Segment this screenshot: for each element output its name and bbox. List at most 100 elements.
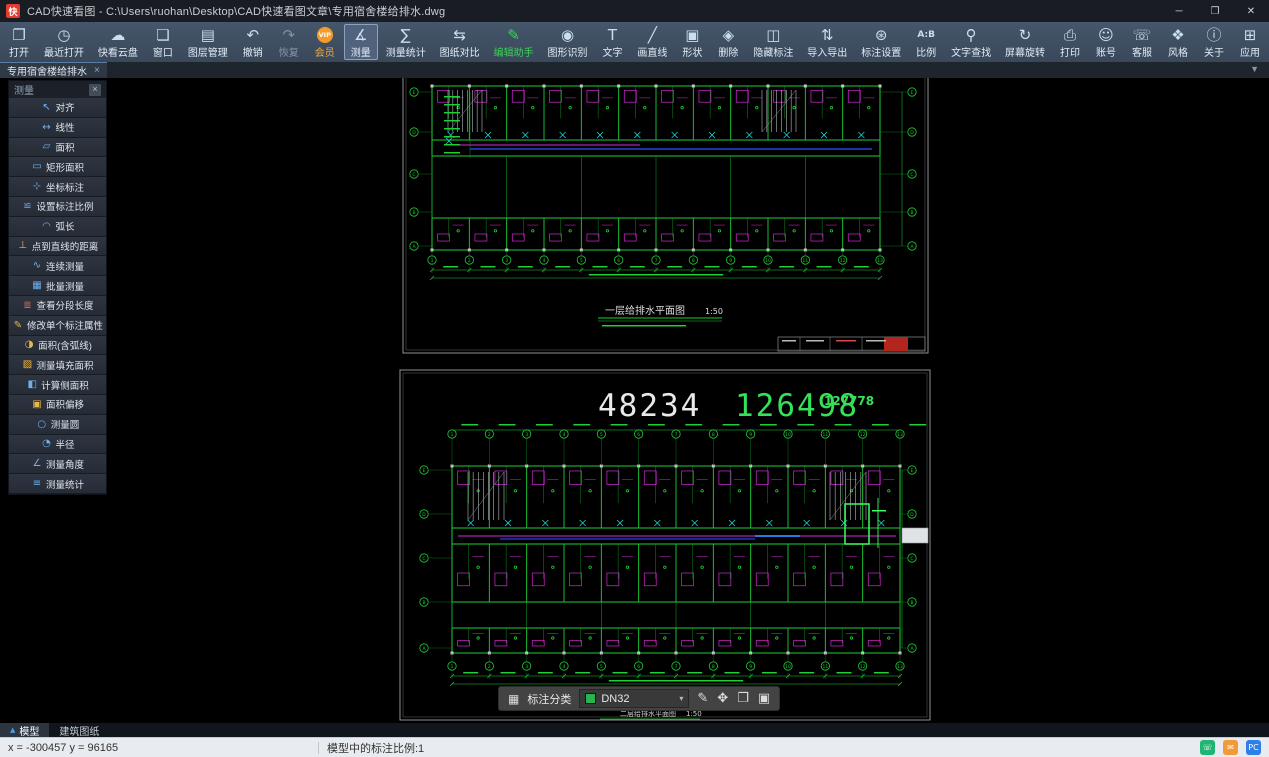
svg-text:E: E [911, 90, 914, 96]
apps-label: 应用 [1240, 47, 1260, 59]
toolbar-button-customer-service[interactable]: ☏ 客服 [1125, 24, 1159, 60]
measure-tool-item[interactable]: ≌ 设置标注比例 [9, 196, 106, 217]
measure-tool-item[interactable]: ∠ 测量角度 [9, 454, 106, 475]
collapse-panel-icon[interactable]: ▼ [1250, 64, 1259, 74]
svg-text:9: 9 [749, 664, 752, 670]
toolbar-button-about[interactable]: ⓘ 关于 [1197, 24, 1231, 60]
pc-client-icon[interactable]: PC [1246, 740, 1261, 755]
recent-open-icon: ◷ [57, 25, 71, 44]
minimize-button[interactable]: ─ [1161, 0, 1197, 22]
toolbar-button-redo[interactable]: ↷ 恢复 [272, 24, 306, 60]
close-button[interactable]: ✕ [1233, 0, 1269, 22]
svg-text:11: 11 [802, 258, 808, 264]
svg-text:B: B [412, 210, 415, 216]
layout-tab-sheet[interactable]: 建筑图纸 [49, 723, 109, 738]
customer-service-icon[interactable]: ☏ [1200, 740, 1215, 755]
measure-tool-label: 批量测量 [45, 281, 84, 293]
measure-tool-item[interactable]: ∿ 连续测量 [9, 256, 106, 277]
toolbar-button-shapes[interactable]: ▣ 形状 [675, 24, 709, 60]
measure-tool-item[interactable]: ◠ 弧长 [9, 216, 106, 237]
screen-rotate-icon: ↻ [1018, 25, 1032, 44]
toolbar-button-shape-recognition[interactable]: ◉ 图形识别 [542, 24, 594, 60]
edit-icon[interactable]: ✎ [697, 691, 708, 706]
toolbar-button-open[interactable]: ❐ 打开 [2, 24, 36, 60]
measure-panel-header[interactable]: 测量 × [9, 81, 106, 98]
document-tab-label: 专用宿舍楼给排水 [7, 67, 87, 78]
toolbar-button-layer-manager[interactable]: ▤ 图层管理 [182, 24, 234, 60]
svg-text:3: 3 [525, 432, 528, 438]
toolbar-button-scale-ratio[interactable]: A:B 比例 [909, 24, 943, 60]
measure-tool-item[interactable]: ⊥ 点到直线的距离 [9, 236, 106, 257]
measure-panel-close-icon[interactable]: × [89, 83, 101, 96]
toolbar-button-cloud-drive[interactable]: ☁ 快看云盘 [92, 24, 144, 60]
chevron-down-icon: ▾ [679, 694, 684, 703]
toolbar-button-recent-open[interactable]: ◷ 最近打开 [38, 24, 90, 60]
measure-tool-icon: ∠ [32, 458, 42, 470]
window-icon: ❏ [156, 25, 170, 44]
measure-tool-item[interactable]: ▦ 批量测量 [9, 276, 106, 296]
svg-text:8: 8 [712, 664, 715, 670]
paste-icon[interactable]: ▣ [758, 691, 770, 706]
measure-tool-item[interactable]: ▭ 矩形面积 [9, 157, 106, 178]
measure-tool-icon: ↖ [42, 101, 51, 113]
toolbar-button-screen-rotate[interactable]: ↻ 屏幕旋转 [999, 24, 1051, 60]
measure-tool-label: 查看分段长度 [36, 301, 94, 313]
measure-tool-item[interactable]: ▱ 面积 [9, 137, 106, 158]
plan1-caption: 一层给排水平面图 [605, 304, 685, 317]
measure-tool-icon: ○ [37, 418, 47, 430]
cad-canvas[interactable]: 1 2 3 4 5 6 7 8 9 10 11 12 13EEDDCCBBAA1 2 3 4 5 6 7 8 9 10 11… [0, 78, 1269, 722]
hide-annotations-label: 隐藏标注 [753, 47, 794, 59]
copy-icon[interactable]: ❐ [737, 691, 749, 706]
toolbar-button-measure-stats[interactable]: ∑ 测量统计 [380, 24, 432, 60]
measure-tool-item[interactable]: ↖ 对齐 [9, 98, 106, 118]
toolbar-button-measure[interactable]: ∡ 测量 [343, 24, 378, 60]
feedback-icon[interactable]: ✉ [1223, 740, 1238, 755]
svg-text:A: A [910, 646, 914, 652]
layout-tab-model[interactable]: ▲ 模型 [0, 723, 50, 738]
plan1-scale: 1:50 [705, 307, 723, 316]
measure-tool-item[interactable]: ◑ 面积(含弧线) [9, 335, 106, 356]
measure-tool-item[interactable]: ○ 测量圆 [9, 414, 106, 435]
svg-text:6: 6 [637, 664, 640, 670]
measure-tool-label: 弧长 [55, 222, 75, 234]
measure-tool-item[interactable]: ▨ 测量填充面积 [9, 355, 106, 376]
toolbar-button-account[interactable]: ☺ 账号 [1089, 24, 1123, 60]
pipe-size-dropdown[interactable]: DN32 ▾ [579, 689, 690, 708]
measure-tool-item[interactable]: ◔ 半径 [9, 434, 106, 455]
svg-text:13: 13 [877, 258, 883, 264]
measure-tool-item[interactable]: ✎ 修改单个标注属性 [9, 315, 106, 336]
document-tab-close-icon[interactable]: × [94, 65, 100, 76]
toolbar-button-print[interactable]: ⎙ 打印 [1053, 24, 1087, 60]
toolbar-button-edit-assistant[interactable]: ✎ 编辑助手 [488, 24, 540, 60]
category-grid-icon[interactable]: ▦ [508, 692, 519, 706]
measure-tool-label: 坐标标注 [45, 182, 84, 194]
toolbar-button-import-export[interactable]: ⇅ 导入导出 [801, 24, 853, 60]
toolbar-button-vip-member[interactable]: VIP 会员 [308, 24, 342, 60]
toolbar-button-apps[interactable]: ⊞ 应用 [1233, 24, 1267, 60]
toolbar-button-delete[interactable]: ◈ 删除 [711, 24, 745, 60]
measure-tool-item[interactable]: ≣ 查看分段长度 [9, 295, 106, 316]
toolbar-button-undo[interactable]: ↶ 撤销 [236, 24, 270, 60]
measure-tool-item[interactable]: ◧ 计算侧面积 [9, 375, 106, 395]
move-icon[interactable]: ✥ [717, 691, 728, 706]
style-icon: ❖ [1171, 25, 1185, 44]
document-tab[interactable]: 专用宿舍楼给排水 × [0, 62, 107, 78]
edit-assistant-label: 编辑助手 [493, 47, 534, 59]
statusbar-divider [318, 741, 319, 754]
measure-tool-icon: ▦ [32, 280, 42, 292]
measure-tool-item[interactable]: ≡ 测量统计 [9, 474, 106, 494]
measure-tool-item[interactable]: ⊹ 坐标标注 [9, 177, 106, 197]
measure-tool-item[interactable]: ↔ 线性 [9, 117, 106, 138]
toolbar-button-drawing-compare[interactable]: ⇆ 图纸对比 [434, 24, 486, 60]
measure-tool-item[interactable]: ▣ 面积偏移 [9, 394, 106, 415]
toolbar-button-style[interactable]: ❖ 风格 [1161, 24, 1195, 60]
maximize-button[interactable]: ❐ [1197, 0, 1233, 22]
toolbar-button-window[interactable]: ❏ 窗口 [146, 24, 180, 60]
measure-tool-label: 点到直线的距离 [31, 241, 99, 253]
draw-line-label: 画直线 [637, 47, 668, 59]
toolbar-button-text[interactable]: T 文字 [595, 24, 629, 60]
toolbar-button-draw-line[interactable]: ╱ 画直线 [631, 24, 673, 60]
toolbar-button-annotation-settings[interactable]: ⊛ 标注设置 [855, 24, 907, 60]
toolbar-button-hide-annotations[interactable]: ◫ 隐藏标注 [747, 24, 799, 60]
toolbar-button-text-search[interactable]: ⚲ 文字查找 [945, 24, 997, 60]
